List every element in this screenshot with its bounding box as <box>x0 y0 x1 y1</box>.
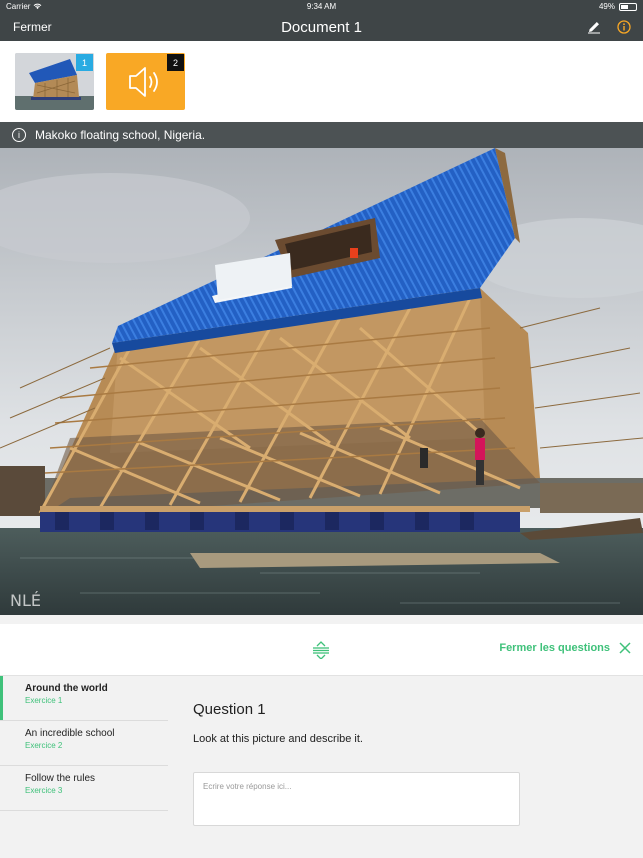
battery-percent: 49% <box>598 2 615 11</box>
attachment-badge: 1 <box>76 54 93 71</box>
status-bar: Carrier 9:34 AM 49% <box>0 0 643 13</box>
close-questions-label: Fermer les questions <box>499 642 610 654</box>
photo-caption-bar: i Makoko floating school, Nigeria. <box>0 122 643 148</box>
question-title: Question 1 <box>193 701 266 718</box>
pencil-icon[interactable] <box>587 20 601 34</box>
answer-input[interactable] <box>193 772 520 826</box>
info-circle-icon: i <box>12 128 26 142</box>
close-button[interactable]: Fermer <box>13 20 52 34</box>
info-icon[interactable] <box>617 20 631 34</box>
main-photo[interactable]: NLÉ <box>0 148 643 615</box>
question-panel: Question 1 Look at this picture and desc… <box>168 676 643 858</box>
photo-caption: Makoko floating school, Nigeria. <box>35 128 206 142</box>
exercise-title: Around the world <box>25 683 108 694</box>
floating-school-illustration: NLÉ <box>0 148 643 615</box>
exercise-title: Follow the rules <box>25 773 96 784</box>
audio-thumbnail[interactable]: 2 <box>106 53 185 110</box>
resize-handle-icon[interactable] <box>311 641 331 659</box>
attachment-badge: 2 <box>167 54 184 71</box>
exercise-subtitle: Exercice 1 <box>25 696 63 705</box>
exercise-list: Around the world Exercice 1 An incredibl… <box>0 676 168 858</box>
close-questions-button[interactable]: Fermer les questions <box>499 642 631 654</box>
battery-icon <box>618 2 637 11</box>
page-title: Document 1 <box>281 18 362 36</box>
question-text: Look at this picture and describe it. <box>193 733 363 745</box>
svg-text:NLÉ: NLÉ <box>10 591 41 610</box>
nav-bar: Fermer Document 1 <box>0 13 643 41</box>
exercise-item-an-incredible-school[interactable]: An incredible school Exercice 2 <box>0 721 168 766</box>
exercise-title: An incredible school <box>25 728 115 739</box>
exercise-item-around-the-world[interactable]: Around the world Exercice 1 <box>0 676 168 721</box>
exercise-item-follow-the-rules[interactable]: Follow the rules Exercice 3 <box>0 766 168 811</box>
questions-bar: Fermer les questions <box>0 624 643 676</box>
exercise-subtitle: Exercice 3 <box>25 786 63 795</box>
carrier-label: Carrier <box>6 2 31 11</box>
close-icon <box>619 642 631 654</box>
exercise-subtitle: Exercice 2 <box>25 741 63 750</box>
wifi-icon <box>34 3 42 10</box>
attachments-bar: 1 2 <box>0 41 643 122</box>
photo-thumbnail[interactable]: 1 <box>15 53 94 110</box>
clock: 9:34 AM <box>306 2 337 11</box>
